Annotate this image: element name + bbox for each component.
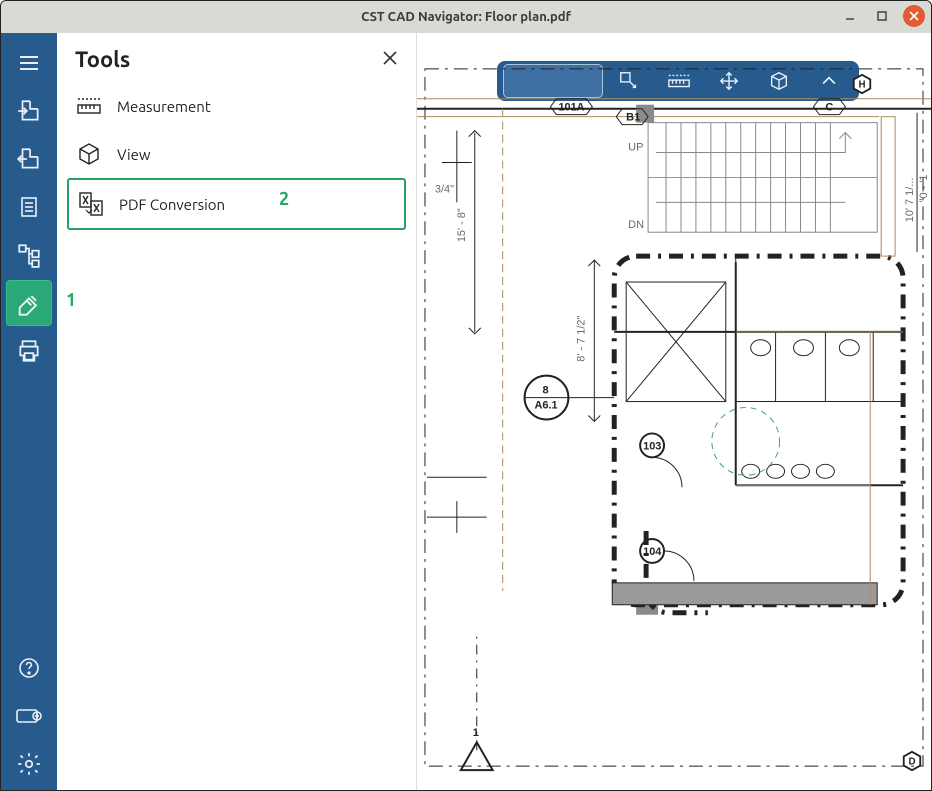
annotation-1: 1 bbox=[66, 290, 76, 310]
sidebar bbox=[1, 33, 57, 790]
svg-text:B1: B1 bbox=[626, 112, 640, 124]
structure-icon[interactable] bbox=[7, 233, 51, 277]
axis-1: 1 bbox=[461, 631, 493, 770]
tag-101a: 101A bbox=[550, 99, 592, 115]
tools-panel: Tools Measurement View bbox=[57, 33, 417, 790]
import-icon[interactable] bbox=[7, 137, 51, 181]
help-icon[interactable] bbox=[7, 646, 51, 690]
svg-text:DN: DN bbox=[628, 219, 644, 231]
svg-text:10' 7 1/...: 10' 7 1/... bbox=[904, 178, 916, 223]
tool-label: View bbox=[117, 146, 151, 163]
svg-text:8: 8 bbox=[543, 385, 549, 397]
annotation-2: 2 bbox=[279, 189, 289, 209]
print-icon[interactable] bbox=[7, 329, 51, 373]
menu-icon[interactable] bbox=[7, 41, 51, 85]
svg-text:8' - 7 1/2": 8' - 7 1/2" bbox=[575, 315, 587, 361]
close-button[interactable] bbox=[903, 5, 925, 27]
export-icon[interactable] bbox=[7, 89, 51, 133]
svg-text:C: C bbox=[825, 102, 833, 114]
license-icon[interactable] bbox=[7, 694, 51, 738]
document-icon[interactable] bbox=[7, 185, 51, 229]
ruler-icon bbox=[75, 92, 103, 120]
maximize-button[interactable] bbox=[871, 5, 893, 27]
tools-panel-title: Tools bbox=[75, 47, 130, 72]
tool-label: PDF Conversion bbox=[119, 196, 225, 213]
tool-view[interactable]: View bbox=[67, 130, 406, 178]
svg-text:1: 1 bbox=[473, 727, 479, 739]
tool-pdf-conversion[interactable]: PDF Conversion bbox=[67, 178, 406, 230]
svg-text:A6.1: A6.1 bbox=[535, 400, 558, 412]
svg-text:103: 103 bbox=[643, 440, 661, 452]
cube-icon bbox=[75, 140, 103, 168]
svg-text:101A: 101A bbox=[558, 102, 584, 114]
tools-icon[interactable] bbox=[7, 281, 51, 325]
floor-plan-svg: 3/4" 15' - 8" bbox=[417, 33, 931, 788]
minimize-button[interactable] bbox=[839, 5, 861, 27]
close-panel-icon[interactable] bbox=[382, 50, 398, 70]
tools-panel-items: Measurement View PDF Conversion bbox=[57, 78, 416, 234]
svg-text:"0 - '1: "0 - '1 bbox=[918, 174, 930, 202]
settings-icon[interactable] bbox=[7, 742, 51, 786]
svg-text:3/4": 3/4" bbox=[435, 183, 454, 195]
app-body: Tools Measurement View bbox=[1, 33, 931, 790]
window-title: CST CAD Navigator: Floor plan.pdf bbox=[361, 10, 571, 24]
app-window: CST CAD Navigator: Floor plan.pdf bbox=[0, 0, 932, 791]
svg-text:104: 104 bbox=[643, 546, 662, 558]
svg-text:UP: UP bbox=[628, 142, 643, 154]
titlebar: CST CAD Navigator: Floor plan.pdf bbox=[1, 1, 931, 33]
pdf-convert-icon bbox=[77, 190, 105, 218]
window-controls bbox=[839, 5, 925, 27]
stairs bbox=[648, 123, 877, 233]
tool-label: Measurement bbox=[117, 98, 211, 115]
drawing-canvas[interactable]: H D 3/4" 15' - bbox=[417, 33, 931, 790]
tool-measurement[interactable]: Measurement bbox=[67, 82, 406, 130]
svg-text:15' - 8": 15' - 8" bbox=[456, 208, 468, 242]
tools-panel-header: Tools bbox=[57, 33, 416, 78]
